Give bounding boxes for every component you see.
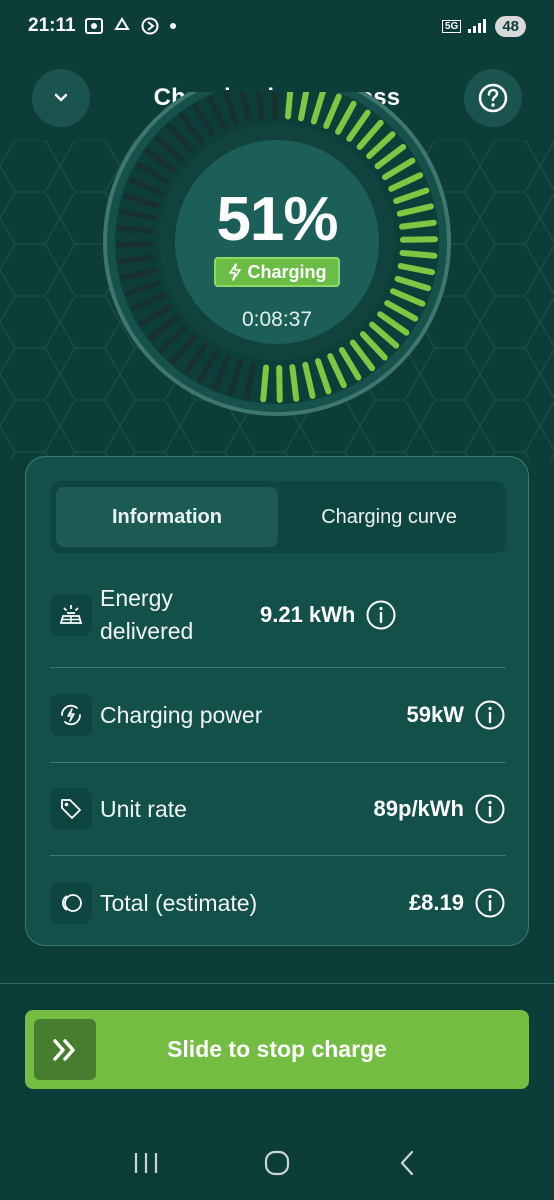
double-chevron-right-icon [53, 1038, 75, 1061]
total-estimate-value: £8.19 [408, 890, 464, 915]
back-icon[interactable] [393, 1148, 423, 1178]
tab-charging-curve[interactable]: Charging curve [278, 487, 500, 547]
status-left: 21:11 [28, 15, 178, 37]
home-icon[interactable] [262, 1148, 292, 1178]
info-row-total: Total (estimate) £8.19 [50, 879, 506, 927]
help-button[interactable] [463, 69, 522, 127]
gauge-tick-filled [284, 92, 294, 120]
charge-percent: 51% [216, 185, 338, 254]
info-icon[interactable] [474, 699, 506, 731]
gauge-tick-filled [276, 364, 283, 403]
network-indicator: 5G [441, 19, 462, 33]
charge-gauge: 51% Charging 0:08:37 [96, 92, 458, 432]
charging-power-label: Charging power [100, 701, 263, 728]
gauge-tick-filled [289, 364, 300, 402]
battery-badge: 48 [495, 15, 526, 37]
total-estimate-label: Total (estimate) [100, 889, 258, 916]
info-icon[interactable] [474, 887, 506, 919]
charging-status-badge: Charging [214, 257, 340, 287]
lightning-icon [228, 263, 241, 281]
system-nav-bar [0, 1125, 554, 1200]
charging-status-label: Charging [247, 261, 327, 282]
power-bolt-icon [50, 694, 92, 736]
stop-charge-slider[interactable]: Slide to stop charge [25, 1010, 529, 1089]
charging-power-value: 59kW [406, 702, 464, 727]
gauge-tick-filled [260, 364, 270, 403]
row-divider [50, 762, 506, 763]
elapsed-time: 0:08:37 [241, 308, 313, 331]
slider-handle[interactable] [34, 1019, 96, 1080]
screenshot-icon [84, 18, 103, 34]
solar-panel-icon [50, 594, 92, 636]
question-circle-icon [478, 83, 508, 113]
gauge-tick-empty [117, 254, 155, 265]
info-row-unit-rate: Unit rate 89p/kWh [50, 785, 506, 833]
info-icon[interactable] [365, 599, 397, 631]
gauge-tick-empty [271, 92, 278, 120]
chevron-down-icon [54, 93, 68, 102]
energy-delivered-value: 9.21 kWh [260, 602, 356, 627]
status-right: 5G 48 [441, 15, 526, 37]
collapse-button[interactable] [32, 69, 90, 127]
row-divider [50, 667, 506, 668]
tab-bar: Information Charging curve [50, 481, 506, 553]
gauge-tick-empty [255, 92, 265, 120]
row-divider [50, 855, 506, 856]
notification-dot-icon [169, 23, 176, 29]
play-circle-icon [141, 17, 159, 35]
status-time: 21:11 [28, 15, 76, 36]
tab-information[interactable]: Information [56, 487, 278, 547]
price-tag-icon [50, 788, 92, 830]
signal-icon [468, 19, 487, 33]
section-divider [0, 983, 554, 984]
status-bar: 21:11 5G 48 [0, 0, 554, 52]
energy-delivered-label: Energy delivered [100, 585, 194, 644]
unit-rate-label: Unit rate [100, 795, 187, 822]
unit-rate-value: 89p/kWh [373, 796, 464, 821]
coins-icon [50, 882, 92, 924]
info-row-energy: Energy delivered 9.21 kWh [50, 577, 506, 653]
info-icon[interactable] [474, 793, 506, 825]
info-card: Information Charging curve Energy delive… [25, 456, 529, 946]
slider-label: Slide to stop charge [167, 1036, 387, 1062]
info-row-power: Charging power 59kW [50, 691, 506, 739]
recent-apps-icon[interactable] [131, 1150, 161, 1176]
recycle-icon [113, 17, 130, 30]
